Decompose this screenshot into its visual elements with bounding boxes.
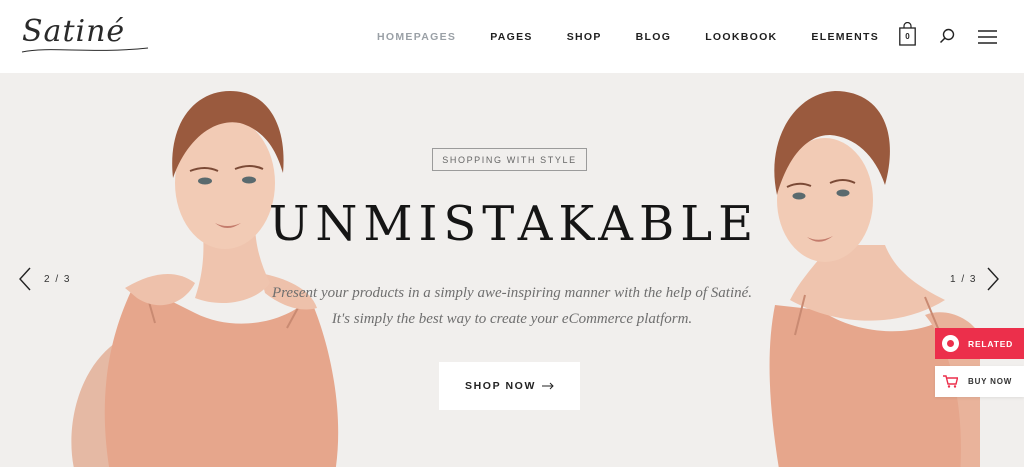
related-button[interactable]: RELATED [935, 328, 1024, 359]
related-dot-icon [942, 335, 959, 352]
hero-model-image-right [769, 91, 980, 467]
hero-tagline: SHOPPING WITH STYLE [432, 148, 587, 171]
prev-slide-arrow-icon[interactable] [18, 267, 32, 291]
hero-description-line-1: Present your products in a simply awe-in… [271, 285, 753, 301]
next-slide-arrow-icon[interactable] [986, 267, 1000, 291]
nav-item-homepages[interactable]: HOMEPAGES [360, 31, 473, 43]
prev-slide-counter[interactable]: 2 / 3 [44, 274, 71, 285]
shopping-cart-icon [943, 375, 958, 388]
hero-slider: SHOPPING WITH STYLE UNMISTAKABLE Present… [0, 73, 1024, 467]
hamburger-menu-icon[interactable] [978, 30, 997, 44]
logo-swash [21, 47, 149, 53]
arrow-right-icon [541, 382, 554, 390]
nav-item-elements[interactable]: ELEMENTS [794, 31, 896, 43]
hero-model-image-left [71, 91, 339, 467]
nav-item-shop[interactable]: SHOP [550, 31, 619, 43]
buy-now-label: BUY NOW [968, 377, 1013, 386]
hero-headline: UNMISTAKABLE [268, 196, 760, 252]
related-label: RELATED [968, 338, 1014, 349]
nav-item-blog[interactable]: BLOG [619, 31, 689, 43]
cart-button[interactable]: 0 [899, 21, 916, 46]
shop-now-label: SHOP NOW [465, 380, 536, 392]
shop-now-button[interactable]: SHOP NOW [439, 362, 580, 410]
next-slide-counter[interactable]: 1 / 3 [950, 274, 977, 285]
nav-item-pages[interactable]: PAGES [473, 31, 549, 43]
main-nav: HOMEPAGES PAGES SHOP BLOG LOOKBOOK ELEME… [360, 0, 896, 73]
hero-description-line-2: It's simply the best way to create your … [331, 311, 693, 327]
site-header: Satiné HOMEPAGES PAGES SHOP BLOG LOOKBOO… [0, 0, 1024, 73]
nav-item-lookbook[interactable]: LOOKBOOK [688, 31, 794, 43]
search-icon[interactable] [939, 28, 955, 44]
buy-now-button[interactable]: BUY NOW [935, 366, 1024, 397]
cart-count: 0 [905, 32, 910, 41]
